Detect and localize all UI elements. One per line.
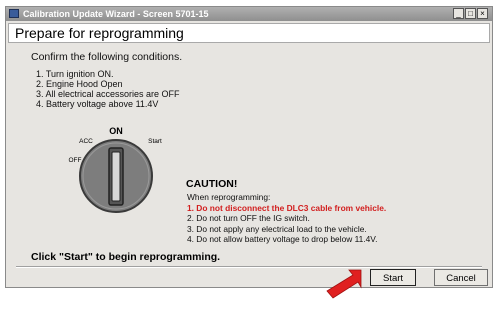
key-start-label: Start: [148, 138, 162, 145]
key-on-label: ON: [109, 126, 123, 136]
ignition-key-illustration: ON ACC OFF Start: [69, 126, 162, 213]
caution-item: 3. Do not apply any electrical load to t…: [187, 223, 367, 234]
caution-list: When reprogramming: 1. Do not disconnect…: [187, 192, 386, 245]
condition-item: 4. Battery voltage above 11.4V: [36, 99, 159, 109]
page-title: Prepare for reprogramming: [15, 25, 184, 41]
key-off-label: OFF: [69, 157, 82, 164]
start-button[interactable]: Start: [370, 269, 416, 286]
page-header: Prepare for reprogramming: [8, 23, 490, 43]
wizard-window: Calibration Update Wizard - Screen 5701-…: [5, 6, 493, 288]
pointer-arrow-icon: [326, 269, 362, 299]
window-title: Calibration Update Wizard - Screen 5701-…: [23, 9, 209, 19]
condition-item: 3. All electrical accessories are OFF: [36, 89, 180, 99]
caution-title: CAUTION!: [186, 178, 238, 190]
cancel-button[interactable]: Cancel: [434, 269, 488, 286]
caution-item: 2. Do not turn OFF the IG switch.: [187, 213, 310, 223]
caution-item: 4. Do not allow battery voltage to drop …: [187, 234, 378, 244]
caution-intro: When reprogramming:: [187, 192, 271, 202]
conditions-list: 1. Turn ignition ON. 2. Engine Hood Open…: [36, 69, 180, 109]
title-bar[interactable]: Calibration Update Wizard - Screen 5701-…: [6, 7, 492, 21]
divider: [16, 266, 482, 268]
key-acc-label: ACC: [79, 138, 93, 145]
minimize-button[interactable]: _: [453, 8, 464, 19]
condition-item: 1. Turn ignition ON.: [36, 69, 114, 79]
intro-text: Confirm the following conditions.: [31, 51, 183, 63]
condition-item: 2. Engine Hood Open: [36, 79, 123, 89]
app-icon: [9, 9, 19, 18]
maximize-button[interactable]: □: [465, 8, 476, 19]
instruction-text: Click "Start" to begin reprogramming.: [31, 251, 221, 263]
caution-item: 1. Do not disconnect the DLC3 cable from…: [187, 202, 387, 213]
close-button[interactable]: ×: [477, 8, 488, 19]
